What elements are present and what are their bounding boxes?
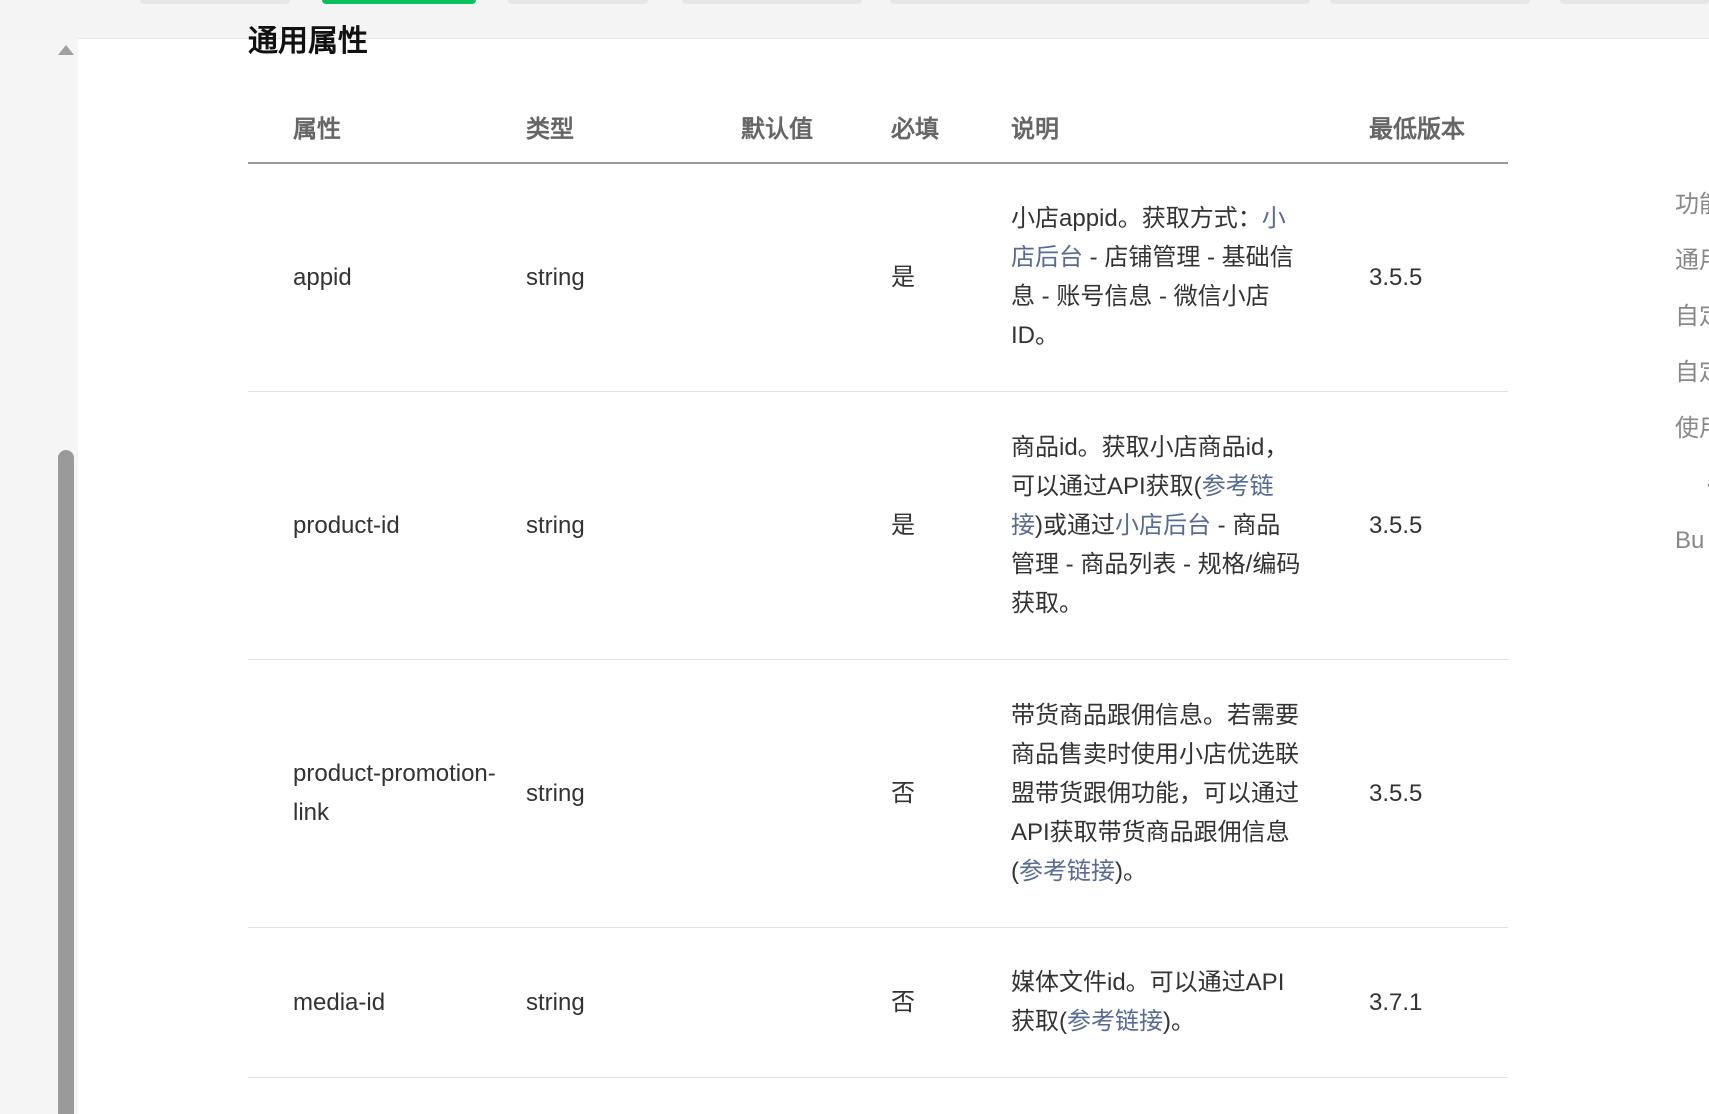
doc-page: 通用属性 属性 类型 默认值 必填 说明 最低版本 appid string 是小店… xyxy=(0,0,1709,1114)
desc-link[interactable]: 参考链接 xyxy=(1067,1008,1163,1035)
table-row: product-promotion-link string 否带货商品跟佣信息。若需… xyxy=(248,659,1508,928)
cell-attr: media-id xyxy=(248,927,526,1078)
table-row: media-id string 否媒体文件id。可以通过API获取(参考链接)。 3.… xyxy=(248,927,1508,1078)
table-body: appid string 是小店appid。获取方式：小店后台 - 店铺管理 - 基… xyxy=(248,163,1508,1078)
scrollbar-thumb[interactable] xyxy=(58,450,74,1114)
cell-default xyxy=(741,391,891,660)
outline-item[interactable]: 通用 xyxy=(1675,241,1709,297)
cell-attr: product-id xyxy=(248,391,526,660)
cell-desc: 商品id。获取小店商品id，可以通过API获取(参考链接)或通过小店后台 - 商… xyxy=(1011,391,1369,660)
table-row: appid string 是小店appid。获取方式：小店后台 - 店铺管理 - 基… xyxy=(248,163,1508,392)
cell-type: string xyxy=(526,659,741,928)
cell-type: string xyxy=(526,391,741,660)
outline-item[interactable]: Bu xyxy=(1675,521,1709,577)
header-required: 必填 xyxy=(891,90,1011,164)
desc-link[interactable]: 参考链接 xyxy=(1019,858,1115,885)
header-default: 默认值 xyxy=(741,90,891,164)
cell-desc: 媒体文件id。可以通过API获取(参考链接)。 xyxy=(1011,927,1369,1078)
top-tab[interactable] xyxy=(1560,0,1709,4)
cell-attr: product-promotion-link xyxy=(248,659,526,928)
header-type: 类型 xyxy=(526,90,741,164)
top-tab[interactable] xyxy=(890,0,1310,4)
desc-text: 小店appid。获取方式：小店后台 - 店铺管理 - 基础信息 - 账号信息 -… xyxy=(1011,177,1301,377)
cell-default xyxy=(741,659,891,928)
header-attr: 属性 xyxy=(248,90,526,164)
cell-version-link[interactable]: 3.5.5 xyxy=(1369,163,1508,392)
cell-required: 否 xyxy=(891,659,1011,928)
top-tab[interactable] xyxy=(508,0,648,4)
cell-type: string xyxy=(526,163,741,392)
outline-item[interactable]: 自定 xyxy=(1675,297,1709,353)
cell-required: 是 xyxy=(891,391,1011,660)
desc-segment: )。 xyxy=(1115,857,1147,885)
cell-version-link[interactable]: 3.7.1 xyxy=(1369,927,1508,1078)
cell-type: string xyxy=(526,927,741,1078)
cell-desc: 带货商品跟佣信息。若需要商品售卖时使用小店优选联盟带货跟佣功能，可以通过API获… xyxy=(1011,659,1369,928)
section-title: 通用属性 xyxy=(248,25,368,58)
top-tab[interactable] xyxy=(1330,0,1530,4)
outline-item[interactable]: 功能 xyxy=(1675,185,1709,241)
cell-version-link[interactable]: 3.5.5 xyxy=(1369,391,1508,660)
table-row: product-id string 是商品id。获取小店商品id，可以通过API获取… xyxy=(248,391,1508,660)
table-header-row: 属性 类型 默认值 必填 说明 最低版本 xyxy=(248,90,1508,164)
cell-default xyxy=(741,927,891,1078)
cell-desc: 小店appid。获取方式：小店后台 - 店铺管理 - 基础信息 - 账号信息 -… xyxy=(1011,163,1369,392)
top-tab[interactable] xyxy=(140,0,290,4)
cell-required: 否 xyxy=(891,927,1011,1078)
page-outline: 功能通用自定自定使用·Bu xyxy=(1675,185,1709,577)
desc-link[interactable]: 小店后台 xyxy=(1115,512,1211,539)
desc-segment: 小店appid。获取方式： xyxy=(1011,205,1262,233)
cell-required: 是 xyxy=(891,163,1011,392)
top-tab[interactable] xyxy=(682,0,862,4)
desc-text: 媒体文件id。可以通过API获取(参考链接)。 xyxy=(1011,941,1301,1063)
desc-segment: )。 xyxy=(1163,1008,1195,1035)
properties-table: 属性 类型 默认值 必填 说明 最低版本 appid string 是小店appid… xyxy=(248,90,1508,1078)
outline-item[interactable]: 自定 xyxy=(1675,353,1709,409)
scroll-up-arrow-icon[interactable] xyxy=(58,45,74,55)
top-tab-active[interactable] xyxy=(322,0,476,4)
outline-item[interactable]: 使用 xyxy=(1675,409,1709,465)
desc-text: 带货商品跟佣信息。若需要商品售卖时使用小店优选联盟带货跟佣功能，可以通过API获… xyxy=(1011,674,1301,913)
cell-attr: appid xyxy=(248,163,526,392)
desc-segment: )或通过 xyxy=(1035,511,1115,539)
outline-item[interactable]: · xyxy=(1675,465,1709,521)
cell-default xyxy=(741,163,891,392)
header-version: 最低版本 xyxy=(1369,90,1508,164)
cell-version-link[interactable]: 3.5.5 xyxy=(1369,659,1508,928)
header-desc: 说明 xyxy=(1011,90,1369,164)
desc-text: 商品id。获取小店商品id，可以通过API获取(参考链接)或通过小店后台 - 商… xyxy=(1011,406,1301,645)
